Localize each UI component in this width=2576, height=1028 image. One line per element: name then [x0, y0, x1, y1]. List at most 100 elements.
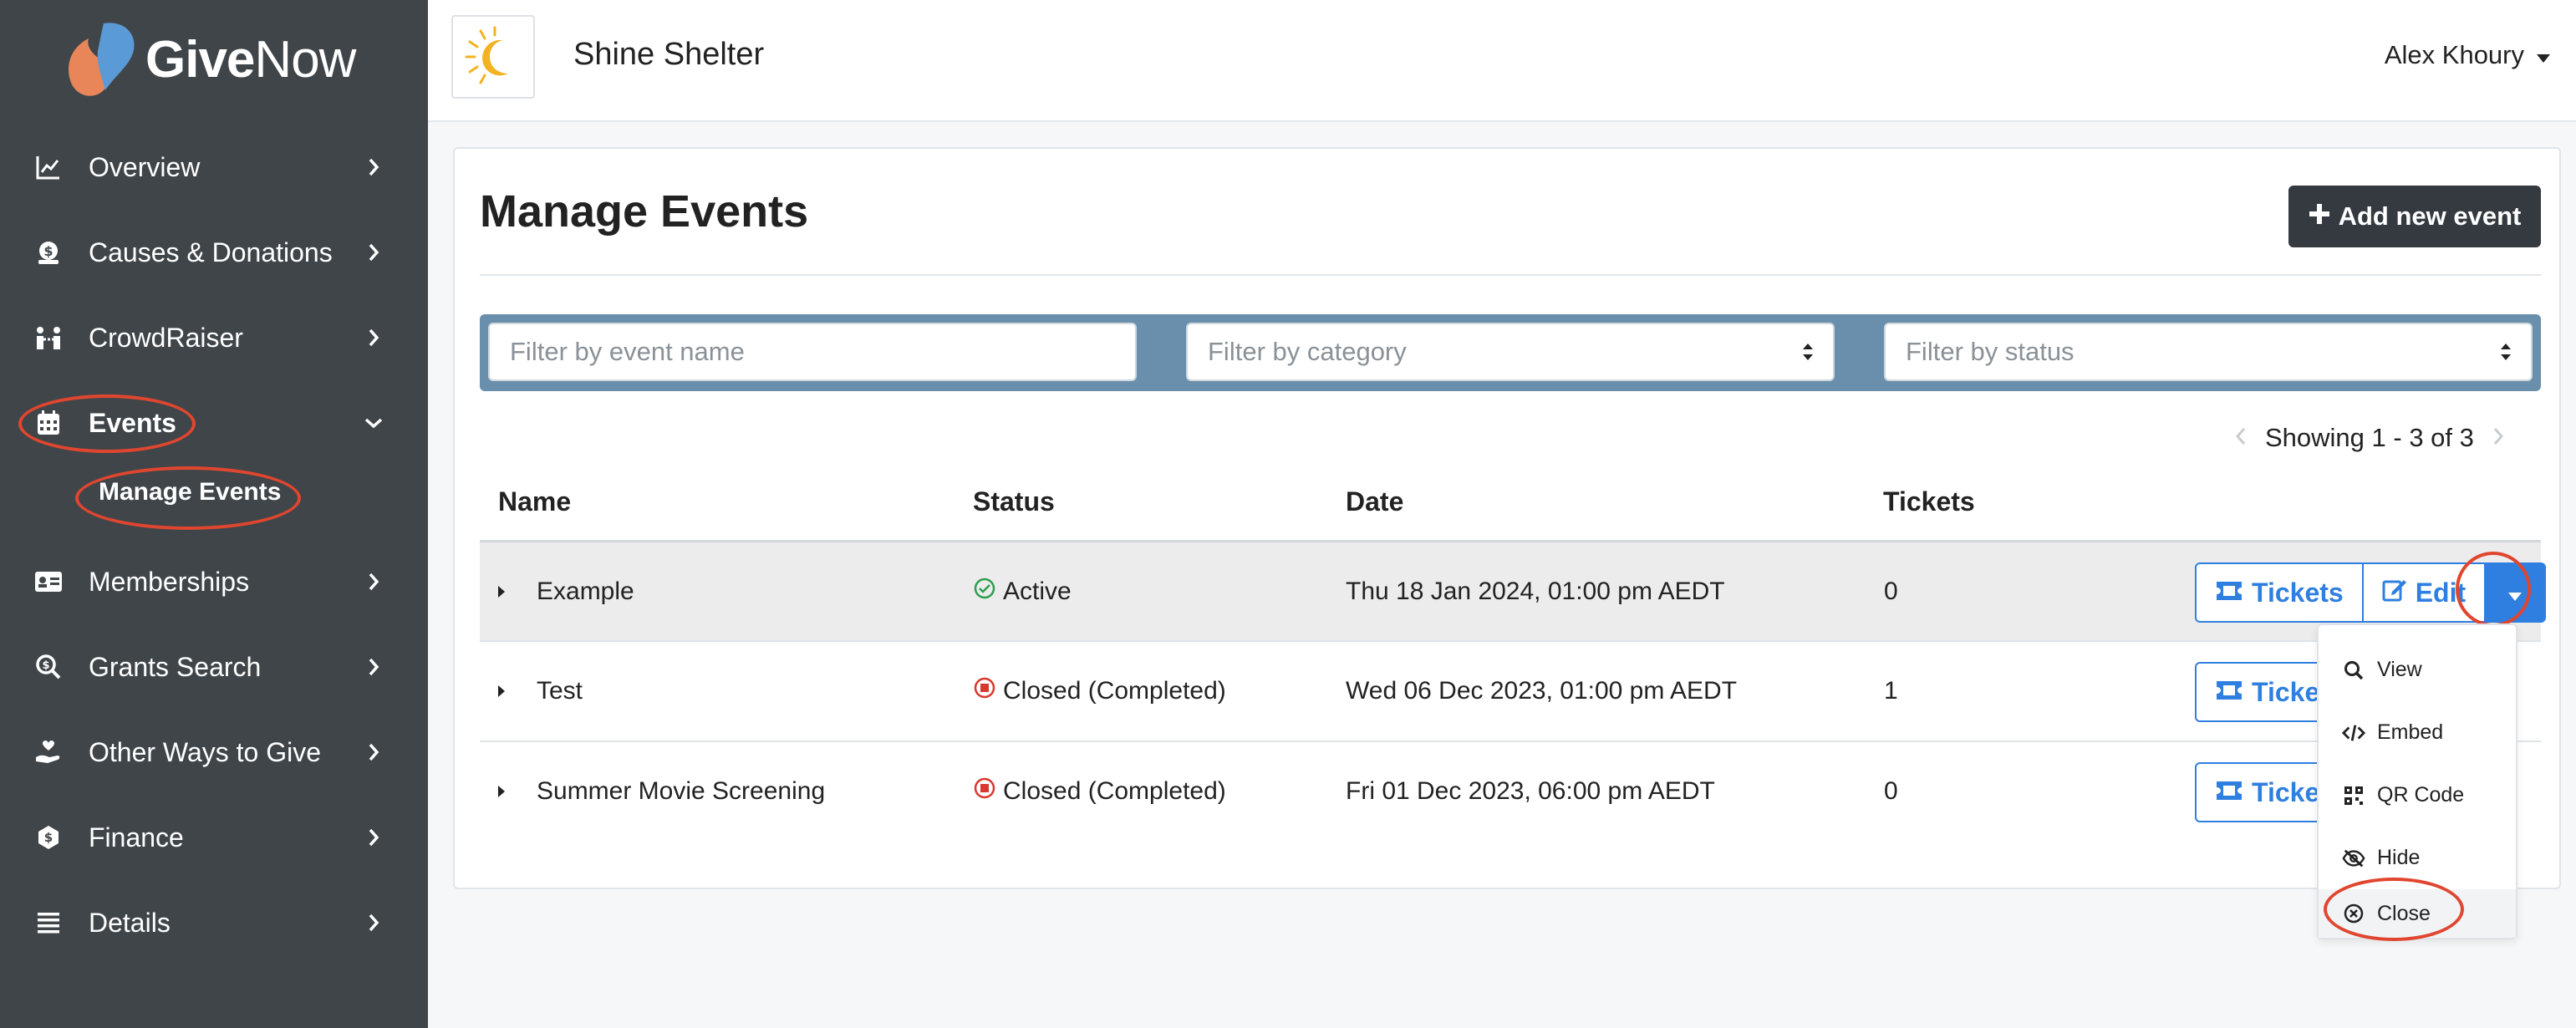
sun-logo-icon	[465, 26, 508, 84]
chart-line-icon	[33, 152, 64, 182]
menu-item-label: QR Code	[2377, 783, 2465, 807]
event-name: Summer Movie Screening	[537, 777, 826, 805]
event-tickets: 1	[1884, 677, 1898, 705]
caret-down-icon	[2536, 40, 2551, 70]
sidebar-item-overview[interactable]: Overview	[0, 134, 428, 201]
list-icon	[33, 908, 64, 938]
sidebar-item-label: Overview	[89, 151, 201, 182]
event-date: Fri 01 Dec 2023, 06:00 pm AEDT	[1346, 777, 1715, 805]
expand-caret-icon[interactable]	[496, 584, 507, 603]
chevron-right-icon	[363, 912, 384, 934]
magnifier-icon	[2342, 659, 2365, 682]
user-name: Alex Khoury	[2384, 40, 2524, 69]
column-header-status[interactable]: Status	[973, 486, 1055, 517]
menu-item-qr-code[interactable]: QR Code	[2319, 764, 2516, 827]
chevron-right-icon	[363, 656, 384, 678]
prev-page-icon[interactable]	[2235, 423, 2247, 453]
next-page-icon[interactable]	[2492, 423, 2504, 453]
sidebar-item-finance[interactable]: $ Finance	[0, 804, 428, 871]
event-name: Example	[537, 578, 634, 605]
select-arrows-icon	[1801, 339, 1815, 371]
search-dollar-icon: $	[33, 652, 64, 682]
sidebar-item-causes[interactable]: $ Causes & Donations	[0, 219, 428, 286]
org-logo[interactable]	[451, 15, 535, 99]
chevron-right-icon	[363, 741, 384, 763]
givenow-logo[interactable]: GiveNow	[64, 13, 364, 105]
chevron-right-icon	[363, 156, 384, 178]
filter-status-placeholder: Filter by status	[1906, 337, 2075, 366]
sidebar-item-label: Causes & Donations	[89, 237, 333, 267]
heart-drop-logo-icon	[69, 23, 135, 96]
status-label: Active	[1003, 578, 1072, 605]
paging-text: Showing 1 - 3 of 3	[2265, 423, 2474, 452]
filter-event-name-input[interactable]: Filter by event name	[488, 323, 1137, 381]
filter-bar: Filter by event name Filter by category …	[480, 314, 2541, 391]
filter-status-select[interactable]: Filter by status	[1884, 323, 2533, 381]
menu-item-view[interactable]: View	[2319, 639, 2516, 701]
status-label: Closed (Completed)	[1003, 777, 1226, 805]
chevron-down-icon	[363, 412, 384, 434]
ticket-icon	[2215, 677, 2243, 708]
chevron-right-icon	[363, 571, 384, 593]
menu-item-embed[interactable]: Embed	[2319, 701, 2516, 764]
sidebar-item-crowdraiser[interactable]: CrowdRaiser	[0, 304, 428, 371]
ticket-icon	[2215, 578, 2243, 608]
plus-icon	[2309, 201, 2330, 232]
event-tickets: 0	[1884, 777, 1898, 805]
people-icon	[33, 323, 64, 353]
sidebar-item-details[interactable]: Details	[0, 889, 428, 956]
add-new-event-label: Add new event	[2338, 201, 2522, 231]
column-header-date[interactable]: Date	[1346, 486, 1403, 517]
menu-item-label: View	[2377, 658, 2422, 681]
tickets-button[interactable]: Tickets	[2195, 562, 2364, 623]
filter-category-placeholder: Filter by category	[1208, 337, 1407, 366]
manage-events-card: Manage Events Add new event Filter by ev…	[453, 147, 2561, 889]
chevron-right-icon	[363, 327, 384, 349]
annotation-ring-manage-events	[75, 466, 301, 530]
ticket-icon	[2215, 777, 2243, 808]
event-tickets: 0	[1884, 578, 1898, 605]
status-label: Closed (Completed)	[1003, 677, 1226, 705]
sidebar-item-other-ways[interactable]: Other Ways to Give	[0, 719, 428, 786]
sidebar-item-memberships[interactable]: Memberships	[0, 548, 428, 615]
column-header-name[interactable]: Name	[498, 486, 571, 517]
expand-caret-icon[interactable]	[496, 684, 507, 703]
logo-text-give: Give	[145, 31, 255, 89]
event-date: Thu 18 Jan 2024, 01:00 pm AEDT	[1346, 578, 1725, 605]
top-header: Shine Shelter Alex Khoury	[428, 0, 2576, 122]
sidebar-item-grants-search[interactable]: $ Grants Search	[0, 634, 428, 700]
annotation-ring-events	[18, 394, 196, 453]
user-menu[interactable]: Alex Khoury	[2385, 40, 2551, 70]
table-row[interactable]: Example Active Thu 18 Jan 2024, 01:00 pm…	[480, 540, 2547, 640]
sidebar-item-label: Finance	[89, 822, 184, 852]
event-name: Test	[537, 677, 583, 705]
page-title: Manage Events	[480, 186, 809, 237]
annotation-ring-dropdown-toggle	[2456, 552, 2531, 627]
annotation-ring-close	[2324, 878, 2464, 941]
add-new-event-button[interactable]: Add new event	[2288, 186, 2541, 247]
menu-item-label: Hide	[2377, 846, 2421, 869]
qrcode-icon	[2342, 784, 2365, 807]
title-divider	[480, 274, 2541, 276]
sidebar-item-label: Other Ways to Give	[89, 736, 321, 767]
expand-caret-icon[interactable]	[496, 784, 507, 803]
event-date: Wed 06 Dec 2023, 01:00 pm AEDT	[1346, 677, 1738, 705]
money-bag-icon: $	[33, 237, 64, 267]
event-status: Closed (Completed)	[973, 642, 1226, 740]
id-card-icon	[33, 567, 64, 597]
eye-slash-icon	[2342, 847, 2365, 870]
code-icon	[2342, 721, 2365, 745]
filter-category-select[interactable]: Filter by category	[1186, 323, 1835, 381]
column-header-tickets[interactable]: Tickets	[1883, 486, 1975, 517]
stop-circle-icon	[973, 776, 996, 807]
chevron-right-icon	[363, 827, 384, 848]
svg-text:$: $	[44, 830, 53, 845]
pagination: Showing 1 - 3 of 3	[2235, 423, 2504, 453]
svg-text:$: $	[43, 243, 53, 259]
table-row[interactable]: Summer Movie Screening Closed (Completed…	[480, 740, 2541, 841]
logo-text-now: Now	[254, 31, 356, 89]
select-arrows-icon	[2499, 339, 2512, 371]
table-row[interactable]: Test Closed (Completed) Wed 06 Dec 2023,…	[480, 640, 2541, 740]
hand-heart-icon	[33, 737, 64, 767]
chevron-right-icon	[363, 242, 384, 263]
